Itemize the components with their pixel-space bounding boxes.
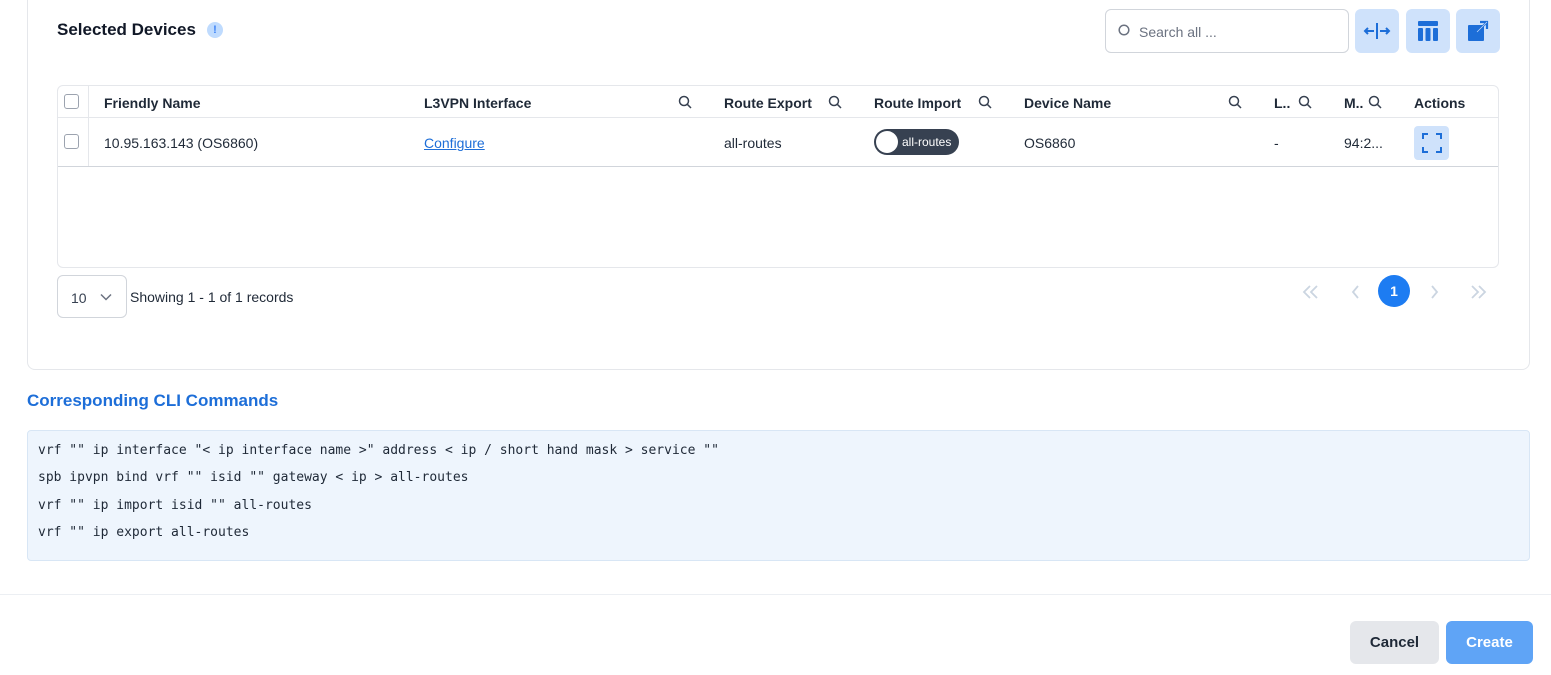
- double-chevron-left-icon: [1302, 285, 1318, 299]
- cli-line: vrf "" ip import isid "" all-routes: [38, 498, 312, 513]
- cli-line: vrf "" ip interface "< ip interface name…: [38, 443, 719, 458]
- route-import-toggle[interactable]: all-routes: [874, 129, 959, 155]
- page-size-select[interactable]: 10: [57, 275, 127, 318]
- footer-divider: [0, 594, 1551, 595]
- current-page-button[interactable]: 1: [1378, 275, 1410, 307]
- chevron-left-icon: [1351, 285, 1359, 299]
- devices-table: Friendly Name L3VPN Interface Route Expo…: [57, 85, 1499, 268]
- search-input[interactable]: [1139, 20, 1339, 44]
- column-search-icon[interactable]: [1228, 95, 1242, 109]
- cancel-button[interactable]: Cancel: [1350, 621, 1439, 664]
- column-header-l[interactable]: L..: [1274, 95, 1290, 111]
- column-search-icon[interactable]: [1368, 95, 1382, 109]
- cell-l: -: [1274, 135, 1279, 151]
- first-page-button[interactable]: [1301, 283, 1321, 301]
- column-header-friendly-name[interactable]: Friendly Name: [104, 95, 200, 111]
- toggle-label: all-routes: [902, 135, 952, 149]
- column-search-icon[interactable]: [978, 95, 992, 109]
- table-header: Friendly Name L3VPN Interface Route Expo…: [58, 86, 1498, 118]
- column-search-icon[interactable]: [828, 95, 842, 109]
- chevron-right-icon: [1431, 285, 1439, 299]
- column-header-m[interactable]: M..: [1344, 95, 1363, 111]
- chevron-down-icon: [100, 293, 112, 301]
- cell-friendly-name: 10.95.163.143 (OS6860): [104, 135, 259, 151]
- open-external-icon: [1468, 20, 1489, 41]
- cli-commands-title: Corresponding CLI Commands: [27, 391, 279, 410]
- column-header-route-export[interactable]: Route Export: [724, 95, 812, 111]
- toggle-knob: [876, 131, 898, 153]
- search-icon: [1118, 24, 1130, 36]
- next-page-button[interactable]: [1424, 283, 1444, 301]
- column-header-actions: Actions: [1414, 95, 1466, 111]
- expand-columns-button[interactable]: [1355, 9, 1399, 53]
- configure-link[interactable]: Configure: [424, 135, 485, 151]
- cli-line: vrf "" ip export all-routes: [38, 525, 250, 540]
- cell-device-name: OS6860: [1024, 135, 1076, 151]
- records-summary: Showing 1 - 1 of 1 records: [130, 289, 294, 305]
- table-row[interactable]: 10.95.163.143 (OS6860) Configure all-rou…: [58, 118, 1498, 167]
- column-header-device-name[interactable]: Device Name: [1024, 95, 1111, 111]
- expand-columns-icon: [1363, 23, 1391, 39]
- column-header-l3vpn-interface[interactable]: L3VPN Interface: [424, 95, 531, 111]
- column-layout-icon: [1418, 21, 1438, 41]
- previous-page-button[interactable]: [1346, 283, 1366, 301]
- cli-line: spb ipvpn bind vrf "" isid "" gateway < …: [38, 470, 469, 485]
- page-size-value: 10: [71, 290, 87, 306]
- search-box[interactable]: [1105, 9, 1349, 53]
- cli-commands-box: vrf "" ip interface "< ip interface name…: [27, 430, 1530, 561]
- section-title: Selected Devices: [57, 20, 196, 39]
- fullscreen-icon: [1421, 133, 1442, 153]
- cell-route-export: all-routes: [724, 135, 782, 151]
- column-layout-button[interactable]: [1406, 9, 1450, 53]
- create-button[interactable]: Create: [1446, 621, 1533, 664]
- double-chevron-right-icon: [1471, 285, 1487, 299]
- column-search-icon[interactable]: [678, 95, 692, 109]
- open-external-button[interactable]: [1456, 9, 1500, 53]
- row-checkbox[interactable]: [64, 134, 79, 149]
- fullscreen-button[interactable]: [1414, 126, 1449, 160]
- cell-m: 94:2...: [1344, 135, 1383, 151]
- column-search-icon[interactable]: [1298, 95, 1312, 109]
- last-page-button[interactable]: [1468, 283, 1488, 301]
- column-header-route-import[interactable]: Route Import: [874, 95, 961, 111]
- info-icon[interactable]: !: [207, 22, 223, 38]
- select-all-checkbox[interactable]: [64, 94, 79, 109]
